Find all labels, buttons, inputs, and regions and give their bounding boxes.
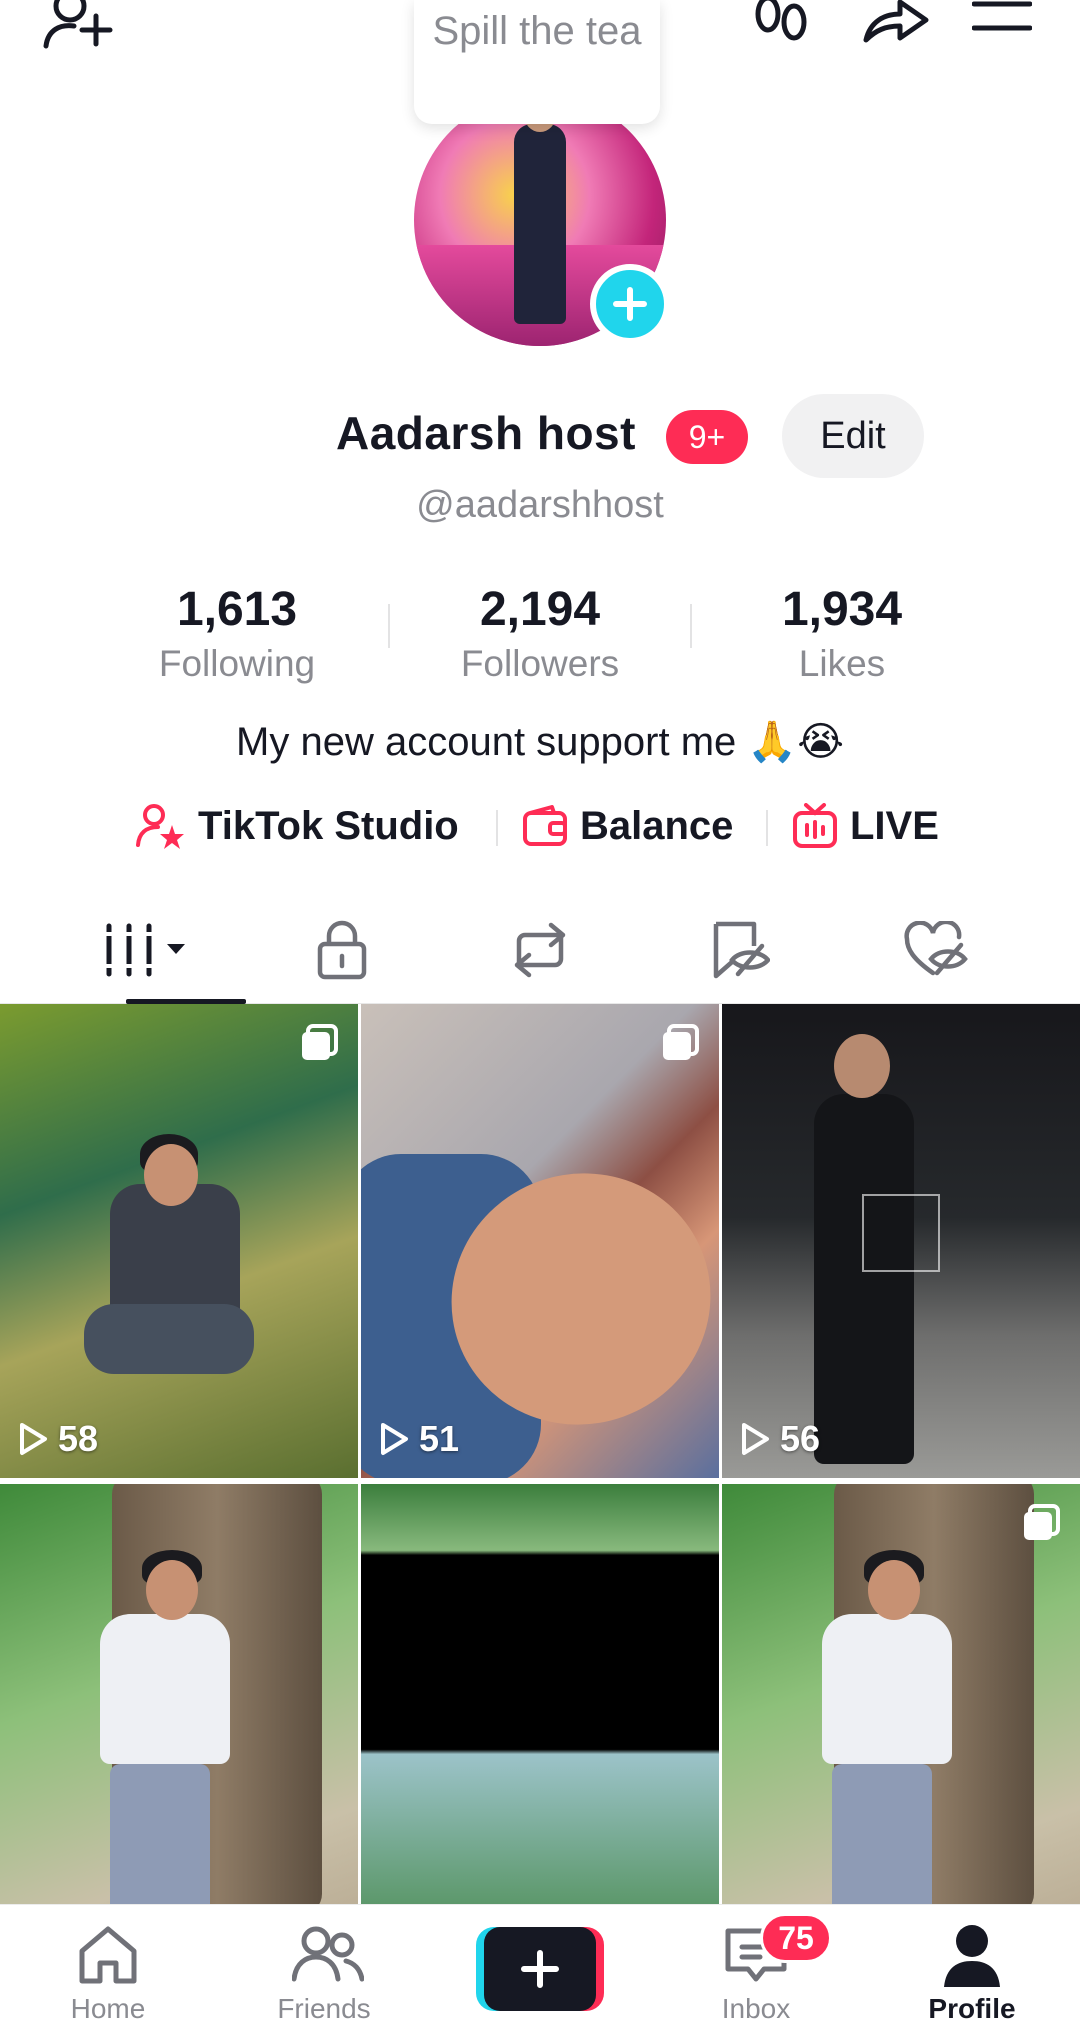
display-name: Aadarsh host	[336, 407, 636, 459]
lock-icon	[317, 920, 367, 980]
create-plus-icon	[484, 1927, 596, 2011]
balance-link[interactable]: Balance	[522, 796, 733, 856]
tiktok-studio-link[interactable]: TikTok Studio	[136, 796, 459, 856]
play-icon	[381, 1423, 408, 1455]
stat-label: Following	[158, 643, 316, 684]
bottom-navigation: Home Friends Inbox 75 Profile	[0, 1904, 1080, 2024]
link-label: LIVE	[850, 803, 939, 848]
spill-the-tea-tooltip[interactable]: Spill the tea	[414, 0, 660, 124]
video-thumbnail[interactable]	[361, 1484, 719, 1904]
nav-friends[interactable]: Friends	[216, 1905, 432, 2024]
repost-icon	[514, 922, 566, 978]
live-link[interactable]: LIVE	[792, 796, 939, 856]
link-divider	[496, 810, 498, 846]
video-thumbnail[interactable]	[0, 1484, 358, 1904]
video-grid: 58 51 56	[0, 1004, 1080, 1904]
profile-avatar[interactable]	[414, 94, 670, 346]
username: @aadarshhost	[416, 484, 664, 526]
profile-icon	[940, 1923, 1004, 1992]
menu-icon[interactable]	[971, 0, 1033, 39]
tab-favorites[interactable]	[632, 896, 848, 1004]
stat-label: Followers	[460, 643, 620, 684]
name-row: Aadarsh host 9+ Edit	[0, 394, 1080, 478]
stat-label: Likes	[798, 643, 886, 684]
play-icon	[742, 1423, 769, 1455]
play-icon	[20, 1423, 47, 1455]
stat-following[interactable]: 1,613 Following	[107, 582, 367, 685]
footprints-icon[interactable]	[752, 0, 810, 51]
create-button[interactable]	[476, 1927, 604, 2011]
stat-value: 1,613	[176, 583, 298, 636]
notification-badge[interactable]: 9+	[666, 410, 748, 464]
tab-reposts[interactable]	[432, 896, 648, 1004]
stats-row: 1,613 Following 2,194 Followers 1,934 Li…	[0, 582, 1080, 692]
friends-icon	[291, 1923, 365, 1992]
nav-home[interactable]: Home	[0, 1905, 216, 2024]
tab-videos[interactable]	[40, 896, 256, 1004]
tab-liked[interactable]	[828, 896, 1044, 1004]
stat-value: 1,934	[781, 583, 903, 636]
stat-divider	[690, 604, 692, 648]
nav-label: Home	[70, 1993, 146, 2024]
stat-value: 2,194	[479, 583, 601, 636]
tab-private[interactable]	[234, 896, 450, 1004]
nav-label: Friends	[277, 1993, 371, 2024]
home-icon	[76, 1923, 140, 1992]
edit-profile-button[interactable]: Edit	[782, 394, 924, 478]
video-thumbnail[interactable]	[722, 1484, 1080, 1904]
link-label: TikTok Studio	[198, 803, 459, 848]
stat-followers[interactable]: 2,194 Followers	[410, 582, 670, 685]
multi-photo-icon	[298, 1022, 340, 1069]
view-count-text: 56	[780, 1418, 821, 1459]
content-tabs	[0, 896, 1080, 1004]
wallet-icon	[523, 805, 567, 846]
share-icon[interactable]	[860, 0, 930, 49]
view-count: 58	[18, 1418, 98, 1460]
view-count-text: 58	[58, 1418, 99, 1459]
view-count-text: 51	[419, 1418, 460, 1459]
creator-icon	[136, 804, 184, 849]
profile-links: TikTok Studio Balance LIVE	[0, 796, 1080, 856]
add-story-plus-icon[interactable]	[590, 264, 670, 344]
multi-photo-icon	[1020, 1502, 1062, 1549]
videos-grid-icon	[105, 923, 185, 977]
bio-text: My new account support me 🙏😭	[236, 720, 844, 764]
view-count: 51	[379, 1418, 459, 1460]
tooltip-text: Spill the tea	[432, 9, 642, 53]
live-tv-icon	[793, 803, 837, 848]
nav-label: Profile	[928, 1993, 1016, 2024]
favorites-hidden-icon	[713, 921, 770, 979]
top-bar: Spill the tea	[0, 0, 1080, 124]
nav-profile[interactable]: Profile	[864, 1905, 1080, 2024]
video-thumbnail[interactable]: 51	[361, 1004, 719, 1478]
nav-inbox[interactable]: Inbox	[648, 1905, 864, 2024]
video-thumbnail[interactable]: 58	[0, 1004, 358, 1478]
stat-likes[interactable]: 1,934 Likes	[712, 582, 972, 685]
multi-photo-icon	[659, 1022, 701, 1069]
add-friend-icon[interactable]	[40, 0, 116, 55]
inbox-badge: 75	[760, 1913, 832, 1963]
nav-label: Inbox	[721, 1993, 791, 2024]
link-label: Balance	[580, 803, 734, 848]
view-count: 56	[740, 1418, 820, 1460]
video-thumbnail[interactable]: 56	[722, 1004, 1080, 1478]
liked-hidden-icon	[904, 921, 968, 976]
stat-divider	[388, 604, 390, 648]
link-divider	[766, 810, 768, 846]
